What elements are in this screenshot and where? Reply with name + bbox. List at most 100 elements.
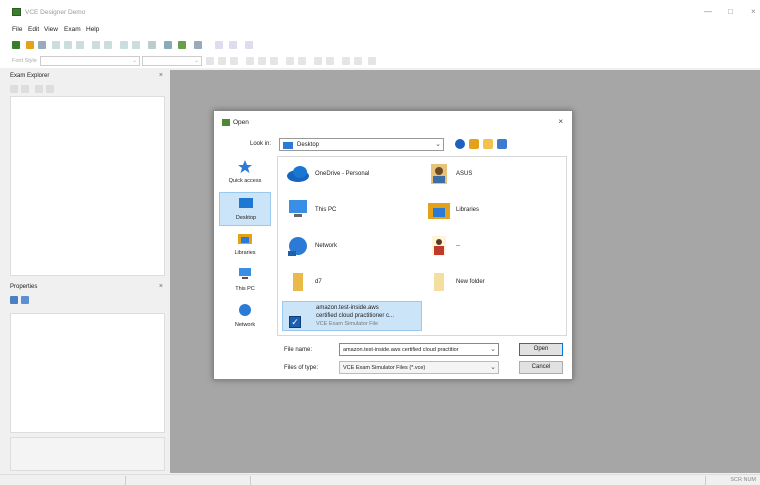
file-item-network[interactable]: Network [282,231,422,261]
cut-icon[interactable] [52,41,60,49]
expand-icon[interactable] [10,85,18,93]
minimize-button[interactable]: — [704,7,712,16]
file-item-asus[interactable]: ASUS [423,159,563,189]
file-name-input[interactable]: amazon.test-inside.aws certified cloud p… [339,343,499,356]
chevron-down-icon: ⌄ [490,364,496,371]
exam-explorer-tree[interactable] [10,96,165,276]
file-item-d7[interactable]: d7 [282,267,422,297]
place-libraries[interactable]: Libraries [219,228,271,262]
font-color-icon[interactable] [342,57,350,65]
file-item-user[interactable]: -- [423,231,563,261]
exam-explorer-header: Exam Explorer × [10,72,165,82]
redo-icon[interactable] [104,41,112,49]
exam-explorer-title: Exam Explorer [10,73,50,79]
close-window-button[interactable]: × [751,7,756,16]
align-center-icon[interactable] [258,57,266,65]
indent-icon[interactable] [314,57,322,65]
align-right-icon[interactable] [270,57,278,65]
libraries-icon [428,203,450,219]
file-name-label: File name: [284,347,313,353]
bold-icon[interactable] [206,57,214,65]
numbering-icon[interactable] [298,57,306,65]
font-size-combo[interactable]: ⌄ [142,56,202,66]
menu-help[interactable]: Help [86,26,99,33]
underline-icon[interactable] [230,57,238,65]
up-folder-icon[interactable] [469,139,479,149]
font-style-combo[interactable]: ⌄ [40,56,140,66]
places-bar: Quick access Desktop Libraries This PC N… [219,156,271,346]
menu-file[interactable]: File [12,26,22,33]
cancel-button[interactable]: Cancel [519,361,563,374]
properties-header: Properties × [10,283,165,293]
chevron-down-icon[interactable]: ⌄ [490,345,496,353]
look-in-value: Desktop [297,142,320,148]
file-item-libraries[interactable]: Libraries [423,195,563,225]
file-item-onedrive[interactable]: OneDrive - Personal [282,159,422,189]
bullets-icon[interactable] [286,57,294,65]
image-icon[interactable] [229,41,237,49]
file-item-this-pc[interactable]: This PC [282,195,422,225]
menu-view[interactable]: View [44,26,58,33]
move-down-icon[interactable] [46,85,54,93]
properties-grid[interactable] [10,313,165,433]
new-exam-icon[interactable] [12,41,20,49]
file-label: -- [456,243,460,249]
selection-checkbox[interactable]: ✓ [289,316,301,328]
exam-explorer-toolbar [10,82,165,96]
open-folder-icon[interactable] [26,41,34,49]
close-icon[interactable]: × [159,72,163,79]
open-button[interactable]: Open [519,343,563,356]
menu-bar: File Edit View Exam Help [0,24,760,36]
properties-title: Properties [10,284,38,290]
link-icon[interactable] [245,41,253,49]
preview-icon[interactable] [194,41,202,49]
file-label: d7 [315,279,322,285]
look-in-combo[interactable]: Desktop ⌄ [279,138,444,151]
user-icon [431,164,447,184]
folder-icon [293,273,303,291]
categorized-icon[interactable] [10,296,18,304]
key-indicators: SCR NUM [730,477,756,483]
copy-icon[interactable] [64,41,72,49]
back-icon[interactable] [455,139,465,149]
file-label: OneDrive - Personal [315,171,370,177]
close-icon[interactable]: × [159,283,163,290]
sort-alpha-icon[interactable] [21,296,29,304]
outdent-icon[interactable] [326,57,334,65]
desktop-icon [283,142,293,149]
dialog-close-button[interactable]: × [558,117,563,126]
properties-toolbar [10,293,165,307]
undo-icon[interactable] [92,41,100,49]
find-icon[interactable] [120,41,128,49]
align-left-icon[interactable] [246,57,254,65]
network-icon [288,237,307,256]
format-icon[interactable] [215,41,223,49]
file-type-select[interactable]: VCE Exam Simulator Files (*.vce) ⌄ [339,361,499,374]
exam-settings-icon[interactable] [148,41,156,49]
add-question-icon[interactable] [164,41,172,49]
place-this-pc[interactable]: This PC [219,264,271,298]
menu-edit[interactable]: Edit [28,26,39,33]
place-label: Network [234,322,256,328]
maximize-button[interactable]: □ [728,7,733,16]
menu-exam[interactable]: Exam [64,26,81,33]
file-item-new-folder[interactable]: New folder [423,267,563,297]
collapse-icon[interactable] [21,85,29,93]
move-up-icon[interactable] [35,85,43,93]
place-desktop[interactable]: Desktop [219,192,271,226]
new-folder-icon[interactable] [483,139,493,149]
globe-icon[interactable] [368,57,376,65]
replace-icon[interactable] [132,41,140,49]
file-label: Network [315,243,338,249]
view-menu-icon[interactable] [497,139,507,149]
add-section-icon[interactable] [178,41,186,49]
place-quick-access[interactable]: Quick access [219,156,271,190]
file-item-selected-vce[interactable]: ✓ amazon.test-inside.aws certified cloud… [282,301,422,331]
highlight-icon[interactable] [354,57,362,65]
font-style-label: Font Style [12,58,37,64]
place-network[interactable]: Network [219,300,271,334]
italic-icon[interactable] [218,57,226,65]
paste-icon[interactable] [76,41,84,49]
look-in-label: Look in: [250,141,272,147]
save-icon[interactable] [38,41,46,49]
